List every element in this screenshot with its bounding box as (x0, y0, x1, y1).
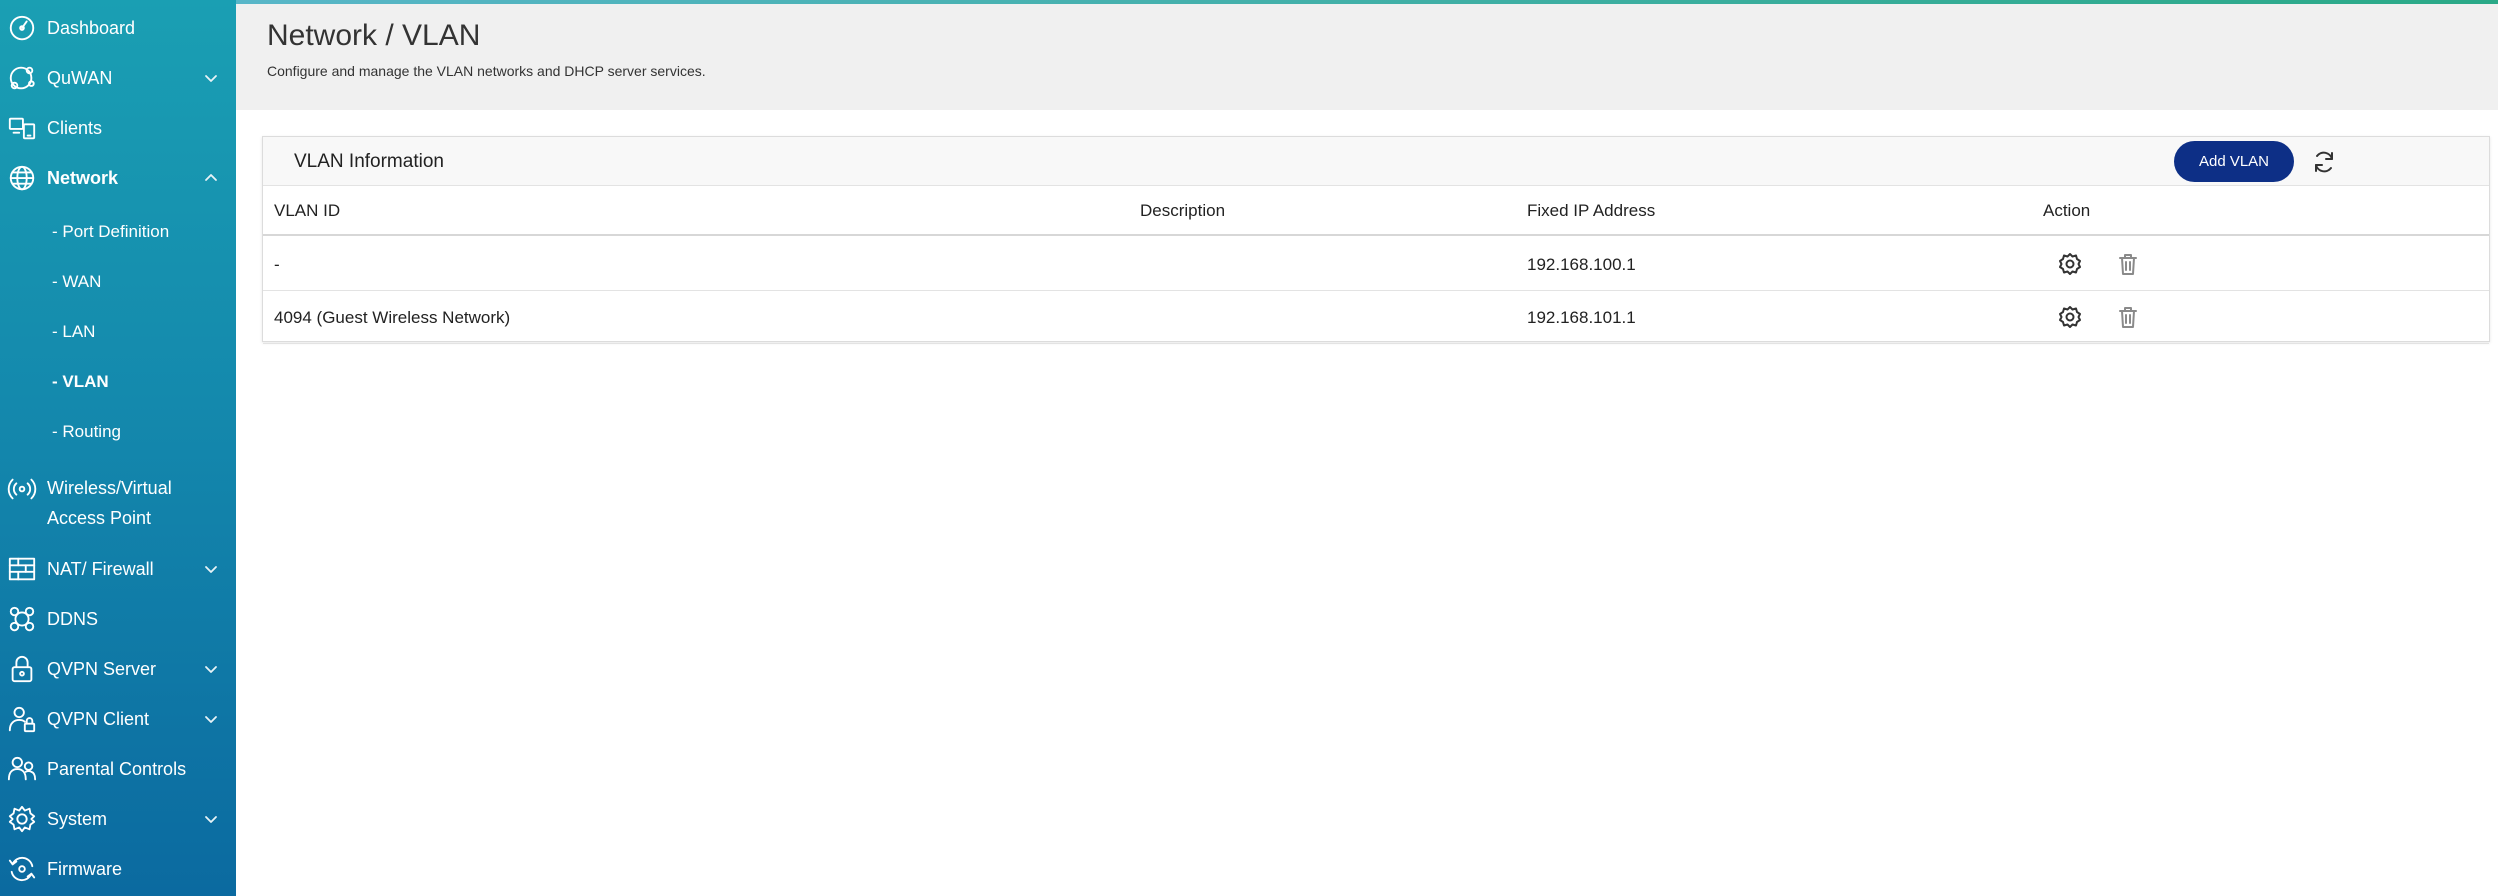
column-header-vlan-id[interactable]: VLAN ID (274, 201, 340, 221)
cell-vlan-id: 4094 (Guest Wireless Network) (274, 308, 511, 327)
cell-fixed-ip: 192.168.101.1 (1527, 308, 1636, 327)
sidebar-item-label: Parental Controls (47, 758, 187, 779)
sidebar-item-nat-firewall[interactable]: NAT/ Firewall (0, 549, 236, 589)
sidebar-subitem-vlan[interactable]: - VLAN (52, 372, 109, 392)
sidebar-item-label: QuWAN (47, 67, 113, 88)
parental-icon (6, 753, 38, 785)
sidebar-item-label: Wireless/Virtual Access Point (47, 478, 172, 528)
sidebar-item-label: Dashboard (47, 17, 136, 38)
ddns-icon (6, 603, 38, 635)
sidebar-item-label: QVPN Server (47, 658, 157, 679)
sidebar-item-network[interactable]: Network (0, 158, 236, 198)
firewall-icon (6, 553, 38, 585)
vpn-client-icon (6, 703, 38, 735)
dashboard-icon (6, 12, 38, 44)
sidebar-item-label: DDNS (47, 608, 99, 629)
chevron-up-icon (202, 169, 220, 187)
chevron-down-icon (202, 660, 220, 678)
chevron-down-icon (202, 810, 220, 828)
sidebar-item-label: System (47, 808, 108, 829)
sidebar-subitem-port-definition[interactable]: - Port Definition (52, 222, 169, 242)
sidebar-item-dashboard[interactable]: Dashboard (0, 8, 236, 48)
sidebar-item-ddns[interactable]: DDNS (0, 599, 236, 639)
sidebar-item-system[interactable]: System (0, 799, 236, 839)
cell-vlan-id: - (274, 255, 280, 274)
sidebar-item-qvpn-client[interactable]: QVPN Client (0, 699, 236, 739)
page-title: Network / VLAN (267, 19, 481, 52)
wireless-icon (6, 473, 38, 505)
card-title: VLAN Information (294, 151, 444, 172)
add-vlan-button[interactable]: Add VLAN (2174, 141, 2294, 182)
refresh-icon[interactable] (2310, 148, 2338, 176)
gear-icon (6, 803, 38, 835)
table-header-row: VLAN ID Description Fixed IP Address Act… (263, 186, 2489, 236)
chevron-down-icon (202, 710, 220, 728)
sidebar-item-wireless[interactable]: Wireless/Virtual Access Point (0, 473, 236, 535)
card-header: VLAN Information Add VLAN (263, 137, 2489, 186)
sidebar-item-parental-controls[interactable]: Parental Controls (0, 749, 236, 789)
settings-gear-icon[interactable] (2057, 304, 2083, 330)
vlan-info-card: VLAN Information Add VLAN VLAN ID Descri… (262, 136, 2490, 344)
delete-trash-icon[interactable] (2115, 304, 2141, 330)
sidebar-item-label: QVPN Client (47, 708, 150, 729)
quwan-icon (6, 62, 38, 94)
page-subtitle: Configure and manage the VLAN networks a… (267, 63, 706, 79)
table-row: 4094 (Guest Wireless Network) 192.168.10… (263, 291, 2489, 344)
column-header-fixed-ip[interactable]: Fixed IP Address (1527, 201, 1655, 221)
clients-icon (6, 112, 38, 144)
column-header-description[interactable]: Description (1140, 201, 1225, 221)
sidebar-item-qvpn-server[interactable]: QVPN Server (0, 649, 236, 689)
sidebar-item-clients[interactable]: Clients (0, 108, 236, 148)
column-header-action: Action (2043, 201, 2091, 220)
sidebar-item-firmware[interactable]: Firmware (0, 849, 236, 889)
sidebar-item-label: Network (47, 167, 119, 188)
sidebar-item-quwan[interactable]: QuWAN (0, 58, 236, 98)
lock-icon (6, 653, 38, 685)
chevron-down-icon (202, 560, 220, 578)
page-header: Network / VLAN Configure and manage the … (236, 4, 2498, 110)
delete-trash-icon[interactable] (2115, 251, 2141, 277)
sidebar-item-label: Clients (47, 117, 103, 138)
sidebar: Dashboard QuWAN Clients Network - Port D… (0, 0, 236, 896)
cell-fixed-ip: 192.168.100.1 (1527, 255, 1636, 274)
sidebar-item-label: Firmware (47, 858, 122, 879)
table-row: - 192.168.100.1 (263, 238, 2489, 291)
globe-icon (6, 162, 38, 194)
settings-gear-icon[interactable] (2057, 251, 2083, 277)
sidebar-subitem-wan[interactable]: - WAN (52, 272, 101, 292)
firmware-icon (6, 853, 38, 885)
sidebar-subitem-routing[interactable]: - Routing (52, 422, 121, 442)
chevron-down-icon (202, 69, 220, 87)
sidebar-subitem-lan[interactable]: - LAN (52, 322, 95, 342)
sidebar-item-label: NAT/ Firewall (47, 558, 154, 579)
